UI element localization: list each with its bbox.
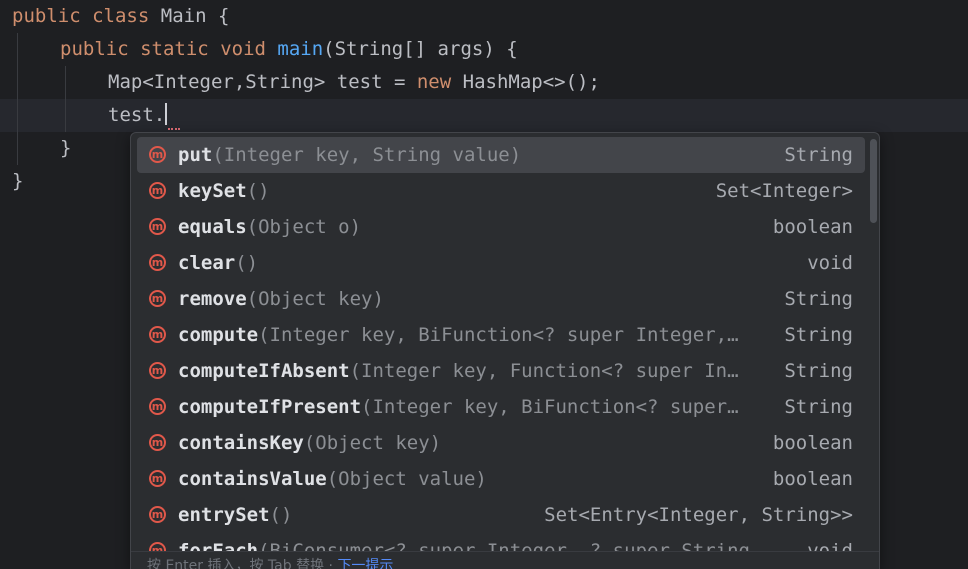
completion-item-return-type: Set<Integer> [715, 180, 853, 202]
completion-item[interactable]: m clear() void [137, 245, 865, 281]
completion-item[interactable]: m remove(Object key) String [137, 281, 865, 317]
indent-guide [17, 33, 18, 165]
completion-item-text: computeIfPresent(Integer key, BiFunction… [178, 389, 778, 425]
completion-item-name: compute [178, 324, 259, 346]
completion-item-params: (Integer key, BiFunction<? super Integer… [258, 324, 739, 346]
completion-item-text: containsKey(Object key) [178, 425, 778, 461]
code-line-6[interactable]: } [12, 165, 23, 198]
completion-item-name: keySet [178, 180, 247, 202]
completion-item-return-type: Set<Entry<Integer, String>> [544, 504, 853, 526]
method-icon: m [149, 470, 166, 487]
completion-item-params: (Object o) [246, 216, 362, 238]
completion-item-return-type: boolean [772, 432, 853, 454]
completion-item-params: (Object key) [303, 432, 442, 454]
completion-item-name: entrySet [178, 504, 270, 526]
completion-item-params: (Object key) [246, 288, 384, 310]
completion-item-return-type: String [784, 360, 853, 382]
completion-item-text: put(Integer key, String value) [178, 137, 778, 173]
keyword: new [416, 71, 452, 93]
keyword: public [12, 5, 81, 27]
completion-item-text: computeIfAbsent(Integer key, Function<? … [178, 353, 778, 389]
completion-footer: 按 Enter 插入，按 Tab 替换 · 下一提示 [131, 551, 879, 569]
method-icon: m [149, 182, 166, 199]
completion-item-name: equals [178, 216, 247, 238]
method-icon: m [149, 146, 166, 163]
method-icon: m [149, 326, 166, 343]
method-icon: m [149, 398, 166, 415]
completion-item-name: clear [178, 252, 236, 274]
completion-item-name: containsKey [178, 432, 304, 454]
method-icon: m [149, 362, 166, 379]
keyword: public [60, 38, 129, 60]
closing-brace: } [60, 137, 72, 159]
code-line-2[interactable]: public static void main(String[] args) { [60, 33, 518, 66]
completion-item-return-type: String [784, 396, 853, 418]
completion-item-params: () [269, 504, 293, 526]
completion-item-return-type: void [807, 252, 853, 274]
code-line-3[interactable]: Map<Integer,String> test = new HashMap<>… [108, 66, 600, 99]
completion-item[interactable]: m equals(Object o) boolean [137, 209, 865, 245]
code-line-5[interactable]: } [60, 132, 71, 165]
completion-item-return-type: boolean [772, 216, 853, 238]
next-tip-link[interactable]: 下一提示 [337, 558, 393, 569]
completion-item-text: compute(Integer key, BiFunction<? super … [178, 317, 778, 353]
completion-item-text: remove(Object key) [178, 281, 778, 317]
method-icon: m [149, 506, 166, 523]
text-caret [165, 103, 168, 125]
completion-item[interactable]: m containsKey(Object key) boolean [137, 425, 865, 461]
method-signature: (String[] args) { [323, 38, 518, 60]
completion-item[interactable]: m containsValue(Object value) boolean [137, 461, 865, 497]
completion-item-text: equals(Object o) [178, 209, 778, 245]
completion-item-name: put [178, 144, 213, 166]
footer-hint: 按 Enter 插入，按 Tab 替换 [147, 558, 325, 569]
closing-brace: } [12, 170, 24, 192]
completion-item[interactable]: m computeIfAbsent(Integer key, Function<?… [137, 353, 865, 389]
keyword: class [92, 5, 150, 27]
constructor-call: HashMap<>(); [451, 71, 600, 93]
completion-item[interactable]: m computeIfPresent(Integer key, BiFunctio… [137, 389, 865, 425]
method-name: main [277, 38, 324, 60]
completion-item-return-type: boolean [772, 468, 853, 490]
completion-item-return-type: String [784, 288, 853, 310]
scrollbar-thumb[interactable] [870, 139, 877, 223]
completion-item-name: computeIfPresent [178, 396, 362, 418]
keyword: void [220, 38, 266, 60]
completion-item-name: computeIfAbsent [178, 360, 350, 382]
completion-item-name: remove [178, 288, 247, 310]
completion-item-text: keySet() [178, 173, 778, 209]
method-icon: m [149, 434, 166, 451]
completion-item-text: clear() [178, 245, 778, 281]
completion-item-return-type: String [784, 324, 853, 346]
completion-item-return-type: String [784, 144, 853, 166]
class-name: Main { [160, 5, 230, 27]
completion-item-params: () [235, 252, 259, 274]
declaration: Map<Integer,String> test = [108, 71, 417, 93]
completion-list[interactable]: m put(Integer key, String value) String m ke… [131, 137, 869, 569]
completion-item[interactable]: m entrySet() Set<Entry<Integer, String>> [137, 497, 865, 533]
completion-item-text: containsValue(Object value) [178, 461, 778, 497]
completion-item[interactable]: m compute(Integer key, BiFunction<? super… [137, 317, 865, 353]
completion-item[interactable]: m put(Integer key, String value) String [137, 137, 865, 173]
completion-item-params: (Integer key, BiFunction<? super… [361, 396, 739, 418]
error-underline [168, 124, 180, 130]
keyword: static [140, 38, 209, 60]
method-icon: m [149, 290, 166, 307]
indent-guide [65, 66, 66, 132]
completion-item-params: () [246, 180, 270, 202]
method-icon: m [149, 254, 166, 271]
method-icon: m [149, 218, 166, 235]
member-access: test. [108, 104, 166, 126]
completion-item-params: (Object value) [326, 468, 487, 490]
completion-item-params: (Integer key, Function<? super In… [349, 360, 739, 382]
completion-item[interactable]: m keySet() Set<Integer> [137, 173, 865, 209]
completion-item-name: containsValue [178, 468, 327, 490]
code-line-1[interactable]: public class Main { [12, 0, 229, 33]
completion-item-params: (Integer key, String value) [212, 144, 522, 166]
code-line-4[interactable]: test. [108, 99, 168, 132]
completion-popup[interactable]: m put(Integer key, String value) String m ke… [130, 132, 880, 569]
